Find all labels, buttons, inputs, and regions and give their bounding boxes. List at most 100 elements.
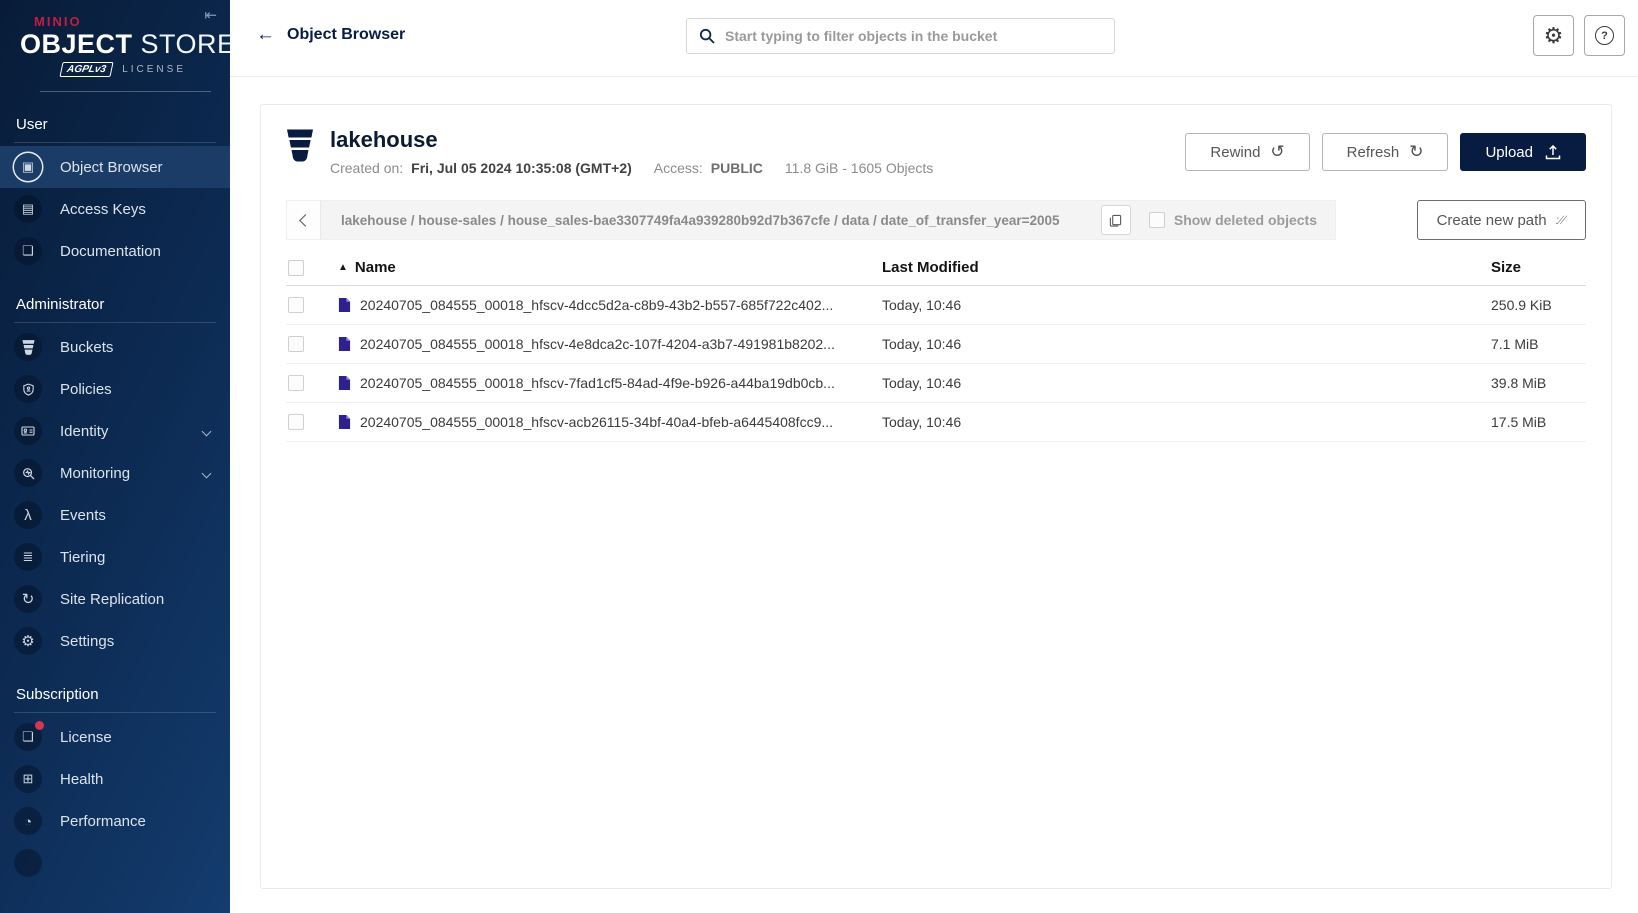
- table-row: 20240705_084555_00018_hfscv-acb26115-34b…: [286, 403, 1586, 442]
- sidebar-item-label: Settings: [60, 633, 114, 650]
- chevron-left-icon: [299, 214, 312, 227]
- refresh-icon: ↻: [1409, 142, 1423, 162]
- object-browser-icon: ▣: [14, 153, 42, 181]
- search-icon: [699, 28, 715, 44]
- settings-button[interactable]: ⚙: [1533, 15, 1574, 56]
- object-modified: Today, 10:46: [882, 375, 1491, 391]
- sidebar-item-access-keys[interactable]: ▤ Access Keys: [0, 188, 230, 230]
- object-link[interactable]: 20240705_084555_00018_hfscv-acb26115-34b…: [338, 414, 882, 430]
- row-checkbox[interactable]: [288, 414, 304, 430]
- sidebar-item-monitoring[interactable]: Monitoring: [0, 452, 230, 494]
- sidebar-item-identity[interactable]: Identity: [0, 410, 230, 452]
- bucket-name: lakehouse: [330, 127, 933, 153]
- created-value: Fri, Jul 05 2024 10:35:08 (GMT+2): [411, 160, 632, 176]
- product-name: OBJECT STORE: [20, 29, 216, 59]
- column-header-size[interactable]: Size: [1491, 259, 1586, 276]
- buckets-icon: [14, 333, 42, 361]
- sidebar-item-site-replication[interactable]: ↻ Site Replication: [0, 578, 230, 620]
- table-header: ▲ Name Last Modified Size: [286, 250, 1586, 286]
- replication-icon: ↻: [14, 585, 42, 613]
- show-deleted-group: Show deleted objects: [1149, 212, 1323, 228]
- breadcrumb-bar: lakehouse / house-sales / house_sales-ba…: [321, 201, 1335, 239]
- main-area: ← Object Browser ⚙ ? lakehous: [230, 0, 1638, 913]
- sidebar-item-health[interactable]: ⊞ Health: [0, 758, 230, 800]
- sidebar-item-buckets[interactable]: Buckets: [0, 326, 230, 368]
- chevron-down-icon[interactable]: [202, 426, 212, 436]
- object-link[interactable]: 20240705_084555_00018_hfscv-4e8dca2c-107…: [338, 336, 882, 352]
- license-label: LICENSE: [122, 64, 186, 75]
- sidebar-item-label: Buckets: [60, 339, 113, 356]
- access-label: Access:: [654, 160, 703, 176]
- rewind-button[interactable]: Rewind ↺: [1185, 133, 1309, 171]
- section-label: User: [0, 110, 230, 142]
- sidebar-item-object-browser[interactable]: ▣ Object Browser: [0, 146, 230, 188]
- create-new-path-button[interactable]: Create new path :∕∕: [1417, 200, 1586, 240]
- minio-logo: MINIO OBJECT STORE AGPLv3 LICENSE: [0, 0, 230, 92]
- breadcrumb-back-button[interactable]: [287, 201, 321, 239]
- bucket-meta: lakehouse Created on: Fri, Jul 05 2024 1…: [330, 127, 933, 176]
- object-link[interactable]: 20240705_084555_00018_hfscv-7fad1cf5-84a…: [338, 375, 882, 391]
- bucket-actions: Rewind ↺ Refresh ↻ Upload: [1185, 133, 1586, 171]
- sidebar-item-documentation[interactable]: ❏ Documentation: [0, 230, 230, 272]
- shield-icon: [14, 375, 42, 403]
- refresh-button[interactable]: Refresh ↻: [1322, 133, 1449, 171]
- select-all-checkbox[interactable]: [288, 260, 304, 276]
- upload-button[interactable]: Upload: [1460, 133, 1586, 171]
- column-header-name[interactable]: ▲ Name: [338, 259, 882, 276]
- gear-icon: ⚙: [14, 627, 42, 655]
- breadcrumb-row: lakehouse / house-sales / house_sales-ba…: [286, 200, 1586, 240]
- access-keys-icon: ▤: [14, 195, 42, 223]
- sidebar-item-policies[interactable]: Policies: [0, 368, 230, 410]
- sidebar: ⇤ MINIO OBJECT STORE AGPLv3 LICENSE User…: [0, 0, 230, 913]
- sidebar-item-label: Documentation: [60, 243, 161, 260]
- sidebar-item-settings[interactable]: ⚙ Settings: [0, 620, 230, 662]
- sidebar-collapse-icon[interactable]: ⇤: [204, 6, 217, 24]
- sidebar-item-partial[interactable]: [0, 842, 230, 884]
- sidebar-item-label: Monitoring: [60, 465, 130, 482]
- object-filter-search: [686, 18, 1115, 54]
- sidebar-item-label: License: [60, 729, 112, 746]
- sidebar-item-license[interactable]: ❏ License: [0, 716, 230, 758]
- created-label: Created on:: [330, 160, 403, 176]
- sidebar-item-label: Site Replication: [60, 591, 164, 608]
- sidebar-item-performance[interactable]: ◔ Performance: [0, 800, 230, 842]
- chevron-down-icon[interactable]: [202, 468, 212, 478]
- divider: [14, 142, 216, 143]
- path-icon: :∕∕: [1556, 213, 1566, 227]
- breadcrumb-path[interactable]: lakehouse / house-sales / house_sales-ba…: [341, 213, 1083, 228]
- help-button[interactable]: ?: [1584, 15, 1625, 56]
- page-title: Object Browser: [287, 26, 405, 44]
- object-size: 7.1 MiB: [1491, 336, 1586, 352]
- show-deleted-checkbox[interactable]: [1149, 212, 1165, 228]
- sidebar-item-tiering[interactable]: ≣ Tiering: [0, 536, 230, 578]
- sort-asc-icon: ▲: [338, 262, 348, 273]
- section-label: Subscription: [0, 680, 230, 712]
- table-row: 20240705_084555_00018_hfscv-4e8dca2c-107…: [286, 325, 1586, 364]
- breadcrumb: lakehouse / house-sales / house_sales-ba…: [286, 200, 1336, 240]
- table-row: 20240705_084555_00018_hfscv-7fad1cf5-84a…: [286, 364, 1586, 403]
- health-icon: ⊞: [14, 765, 42, 793]
- sidebar-section-subscription: Subscription ❏ License ⊞ Health ◔ Perfor…: [0, 680, 230, 884]
- back-arrow-icon[interactable]: ←: [256, 24, 275, 46]
- lambda-icon: λ: [14, 501, 42, 529]
- sidebar-item-label: Object Browser: [60, 159, 163, 176]
- bucket-icon: [286, 129, 314, 167]
- section-label: Administrator: [0, 290, 230, 322]
- sidebar-item-label: Health: [60, 771, 103, 788]
- row-checkbox[interactable]: [288, 375, 304, 391]
- copy-path-button[interactable]: [1101, 205, 1131, 235]
- object-link[interactable]: 20240705_084555_00018_hfscv-4dcc5d2a-c8b…: [338, 297, 882, 313]
- sidebar-item-label: Tiering: [60, 549, 105, 566]
- file-icon: [338, 414, 351, 430]
- row-checkbox[interactable]: [288, 297, 304, 313]
- row-checkbox[interactable]: [288, 336, 304, 352]
- search-input[interactable]: [725, 28, 1102, 44]
- license-row: AGPLv3 LICENSE: [20, 59, 216, 77]
- sidebar-section-administrator: Administrator Buckets Policies Identity: [0, 290, 230, 662]
- sidebar-item-events[interactable]: λ Events: [0, 494, 230, 536]
- column-header-last-modified[interactable]: Last Modified: [882, 259, 1491, 276]
- sidebar-item-label: Identity: [60, 423, 108, 440]
- id-card-icon: [14, 417, 42, 445]
- gear-icon: ⚙: [1544, 25, 1564, 47]
- circle-icon: [14, 849, 42, 877]
